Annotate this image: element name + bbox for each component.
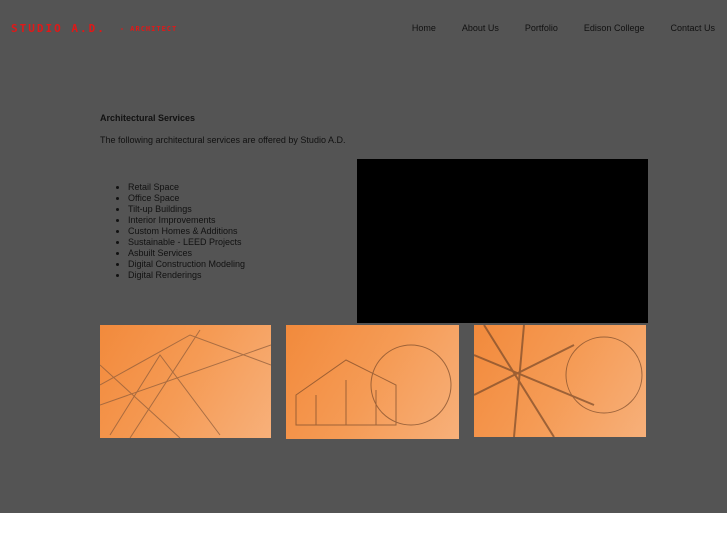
list-item: Digital Construction Modeling xyxy=(128,259,245,270)
list-item: Interior Improvements xyxy=(128,215,245,226)
project-image-1[interactable] xyxy=(100,325,271,438)
nav-portfolio[interactable]: Portfolio xyxy=(525,23,558,33)
sketch-image xyxy=(474,325,643,437)
list-item: Custom Homes & Additions xyxy=(128,226,245,237)
list-item: Office Space xyxy=(128,193,245,204)
logo-sub: - ARCHITECT xyxy=(119,25,178,33)
services-list: Retail Space Office Space Tilt-up Buildi… xyxy=(118,182,245,281)
logo-main: STUDIO A.D. xyxy=(11,22,106,35)
project-image-3[interactable] xyxy=(474,325,646,437)
nav-about-us[interactable]: About Us xyxy=(462,23,499,33)
nav-contact-us[interactable]: Contact Us xyxy=(670,23,715,33)
page: STUDIO A.D. - ARCHITECT Home About Us Por… xyxy=(0,0,727,513)
list-item: Digital Renderings xyxy=(128,270,245,281)
sketch-image xyxy=(100,329,271,438)
list-item: Sustainable - LEED Projects xyxy=(128,237,245,248)
sketch-image xyxy=(295,344,452,426)
logo[interactable]: STUDIO A.D. - ARCHITECT xyxy=(11,22,177,35)
nav-home[interactable]: Home xyxy=(412,23,436,33)
intro-text: The following architectural services are… xyxy=(100,135,346,145)
list-item: Retail Space xyxy=(128,182,245,193)
list-item: Asbuilt Services xyxy=(128,248,245,259)
page-title: Architectural Services xyxy=(100,113,196,123)
list-item: Tilt-up Buildings xyxy=(128,204,245,215)
nav-edison-college[interactable]: Edison College xyxy=(584,23,645,33)
project-image-2[interactable] xyxy=(286,325,459,439)
main-nav: Home About Us Portfolio Edison College C… xyxy=(412,23,715,33)
video-player[interactable] xyxy=(357,159,648,323)
